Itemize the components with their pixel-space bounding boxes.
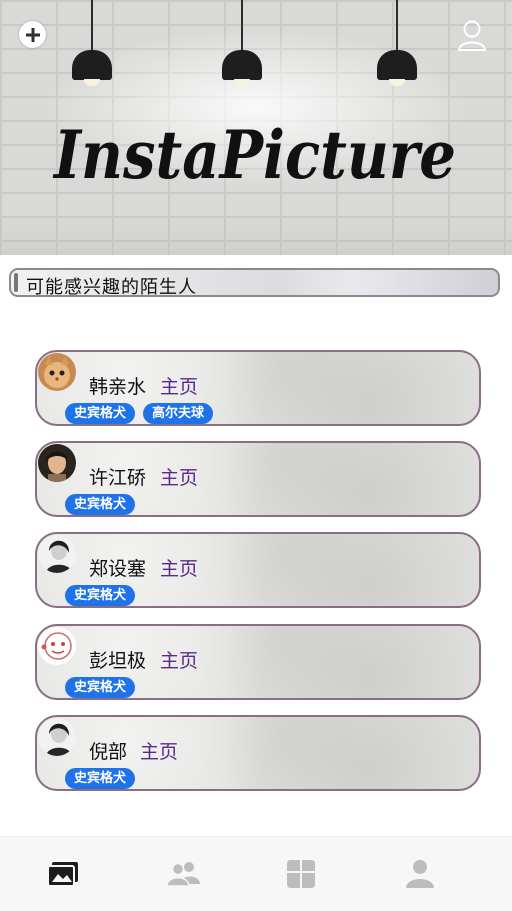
user-profile-icon[interactable] xyxy=(455,18,489,52)
person-name: 许江硚 xyxy=(89,467,147,489)
header-banner: InstaPicture xyxy=(0,0,512,255)
homepage-link[interactable]: 主页 xyxy=(160,646,198,673)
avatar[interactable] xyxy=(38,718,76,756)
pendant-lamp xyxy=(70,0,114,90)
person-name: 韩亲水 xyxy=(89,376,147,398)
person-card[interactable]: 倪部 主页 史宾格犬 xyxy=(35,715,481,791)
person-card[interactable]: 彭坦极 主页 史宾格犬 xyxy=(35,624,481,700)
section-title: 可能感兴趣的陌生人 xyxy=(26,277,197,298)
homepage-link[interactable]: 主页 xyxy=(160,463,198,490)
homepage-link[interactable]: 主页 xyxy=(140,737,178,764)
profile-icon[interactable] xyxy=(403,857,437,891)
avatar[interactable] xyxy=(38,353,76,391)
person-card[interactable]: 韩亲水 主页 史宾格犬 高尔夫球 xyxy=(35,350,481,426)
friends-icon[interactable] xyxy=(166,857,201,891)
interest-tag: 史宾格犬 xyxy=(65,768,136,789)
interest-tag: 史宾格犬 xyxy=(65,585,136,606)
svg-text:InstaPicture: InstaPicture xyxy=(52,116,456,194)
interest-tag: 史宾格犬 xyxy=(65,677,136,698)
app-logo: InstaPicture xyxy=(52,116,456,194)
person-name: 彭坦极 xyxy=(89,650,147,672)
person-card[interactable]: 郑设塞 主页 史宾格犬 xyxy=(35,532,481,608)
avatar[interactable] xyxy=(38,535,76,573)
homepage-link[interactable]: 主页 xyxy=(160,372,198,399)
pendant-lamp xyxy=(375,0,419,90)
homepage-link[interactable]: 主页 xyxy=(160,554,198,581)
person-name: 郑设塞 xyxy=(89,558,147,580)
pendant-lamp xyxy=(220,0,264,90)
interest-tag: 史宾格犬 xyxy=(65,494,136,515)
person-name: 倪部 xyxy=(89,741,128,763)
avatar[interactable] xyxy=(38,627,76,665)
interest-tag: 高尔夫球 xyxy=(143,403,214,424)
add-post-icon[interactable] xyxy=(19,21,46,48)
interest-tag: 史宾格犬 xyxy=(65,403,136,424)
section-header: 可能感兴趣的陌生人 xyxy=(9,268,500,298)
photos-icon[interactable] xyxy=(46,857,80,891)
avatar[interactable] xyxy=(38,444,76,482)
discover-icon[interactable] xyxy=(284,857,318,891)
bottom-nav xyxy=(0,836,512,911)
person-card[interactable]: 许江硚 主页 史宾格犬 xyxy=(35,441,481,517)
